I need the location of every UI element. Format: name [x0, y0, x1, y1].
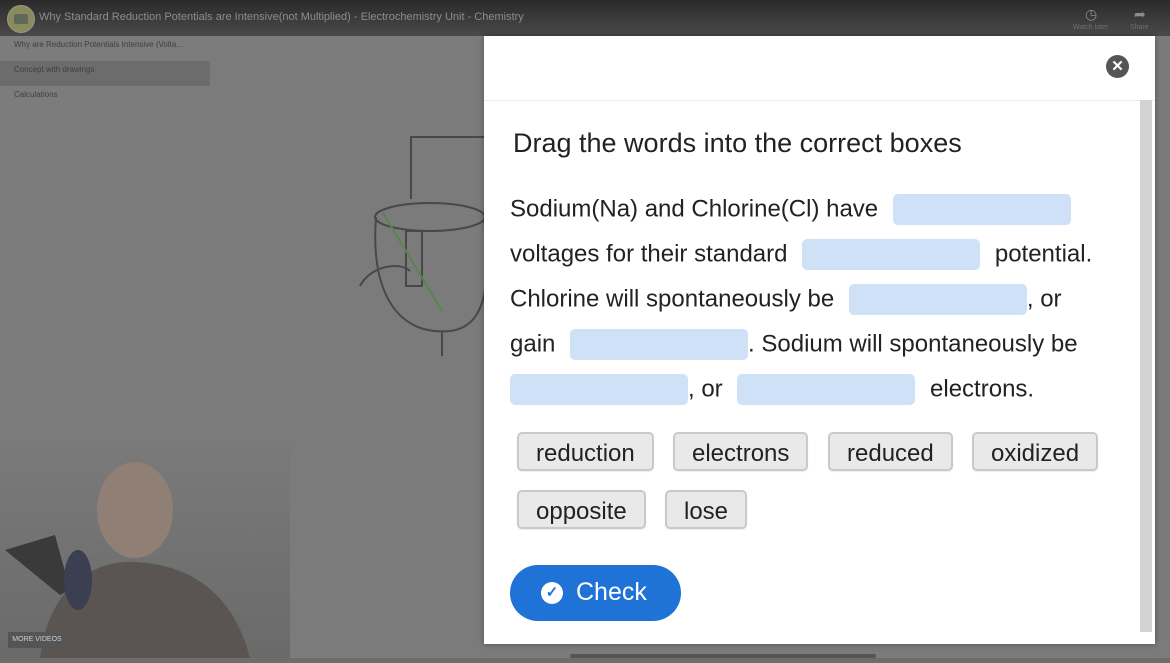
word-chip[interactable]: lose [665, 490, 748, 529]
share-icon[interactable]: ➦ [1134, 6, 1146, 23]
dialog-header: ✕ [484, 36, 1155, 101]
sentence-line-2: voltages for their standard potential. [510, 236, 1092, 272]
video-title[interactable]: Why Standard Reduction Potentials are In… [39, 11, 524, 23]
drop-zone-6[interactable] [737, 374, 916, 406]
sentence-text: , or [688, 375, 723, 403]
word-chip[interactable]: oxidized [972, 432, 1099, 471]
presenter-silhouette [5, 462, 250, 658]
close-icon[interactable]: ✕ [1106, 55, 1129, 78]
drop-zone-1[interactable] [892, 194, 1071, 226]
drop-zone-4[interactable] [570, 329, 749, 361]
player-progress-strip [570, 654, 876, 658]
chapter-item[interactable]: Calculations [0, 86, 210, 111]
drag-words-dialog: ✕ Drag the words into the correct boxes … [484, 36, 1155, 644]
sentence-text: potential. [994, 240, 1093, 268]
sentence-text: Sodium(Na) and Chlorine(Cl) have [510, 195, 879, 223]
presenter-webcam [0, 440, 290, 658]
more-videos-button[interactable]: MORE VIDEOS [8, 632, 66, 648]
watch-later-label: Watch later [1073, 24, 1109, 31]
chapter-item-active[interactable]: Concept with drawings [0, 61, 210, 86]
sentence-line-5: , or electrons. [510, 371, 1034, 407]
sentence-text: voltages for their standard [510, 240, 788, 268]
player-top-bar: Why Standard Reduction Potentials are In… [0, 0, 1170, 36]
chapter-item[interactable]: Why are Reduction Potentials Intensive (… [0, 36, 210, 61]
sentence-line-3: Chlorine will spontaneously be , or [510, 281, 1062, 317]
sentence-text: . Sodium will spontaneously be [748, 330, 1078, 358]
sentence-line-4: gain . Sodium will spontaneously be [510, 326, 1078, 362]
dialog-scrollbar[interactable] [1140, 100, 1152, 632]
channel-logo[interactable] [7, 5, 35, 33]
word-chip[interactable]: reduced [828, 432, 953, 471]
clock-icon[interactable]: ◷ [1085, 6, 1097, 23]
check-circle-icon: ✓ [541, 582, 563, 604]
drop-zone-2[interactable] [802, 239, 981, 271]
check-button[interactable]: ✓ Check [510, 565, 681, 621]
drop-zone-3[interactable] [848, 284, 1027, 316]
sentence-line-1: Sodium(Na) and Chlorine(Cl) have [510, 191, 1071, 227]
sentence-text: electrons. [930, 375, 1035, 403]
sentence-text: gain [510, 330, 556, 358]
sentence-text: , or [1026, 285, 1062, 313]
instruction-heading: Drag the words into the correct boxes [513, 128, 962, 158]
word-chip[interactable]: reduction [517, 432, 654, 471]
sentence-text: Chlorine will spontaneously be [510, 285, 835, 313]
dialog-scrollbar-thumb[interactable] [1140, 100, 1152, 632]
word-chip[interactable]: opposite [517, 490, 646, 529]
share-label: Share [1130, 24, 1149, 31]
drop-zone-5[interactable] [510, 374, 688, 406]
word-chip[interactable]: electrons [673, 432, 809, 471]
check-button-label: Check [576, 578, 647, 606]
